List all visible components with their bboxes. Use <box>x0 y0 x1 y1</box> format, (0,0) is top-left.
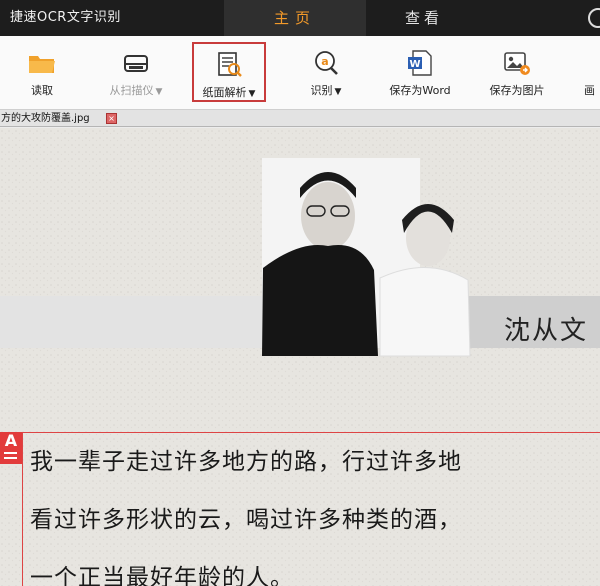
scanner-label: 从扫描仪 ▼ <box>109 84 163 97</box>
truncated-tool-button[interactable]: 画 <box>580 36 600 110</box>
recognize-icon: a <box>315 51 338 75</box>
word-icon: W <box>408 50 432 76</box>
recognize-button[interactable]: a 识别 ▼ <box>288 36 364 110</box>
text-region-marker-icon[interactable]: A <box>0 431 22 464</box>
marker-line-1 <box>4 452 17 454</box>
save-as-image-button[interactable]: 保存为图片 <box>478 36 556 110</box>
save-as-image-label: 保存为图片 <box>489 84 545 97</box>
document-view: 沈从文 A 我一辈子走过许多地方的路，行过许多地 看过许多形状的云，喝过许多种类… <box>0 128 600 586</box>
recognize-label: 识别 ▼ <box>310 84 342 97</box>
text-marker-label: A <box>4 431 18 450</box>
read-label: 读取 <box>31 84 53 97</box>
svg-text:W: W <box>409 59 420 70</box>
save-image-icon <box>504 52 530 75</box>
save-as-word-label: 保存为Word <box>389 84 451 97</box>
photo-caption: 沈从文 <box>504 316 589 346</box>
app-title: 捷速OCR文字识别 <box>10 10 121 25</box>
close-file-icon[interactable]: × <box>106 113 117 124</box>
tab-view[interactable]: 查看 <box>366 0 482 36</box>
window-control-icon[interactable] <box>588 8 600 28</box>
save-as-word-button[interactable]: W 保存为Word <box>378 36 462 110</box>
truncated-tool-label: 画 <box>584 84 595 97</box>
document-text-line: 看过许多形状的云，喝过许多种类的酒， <box>30 507 462 533</box>
folder-icon <box>29 56 55 73</box>
ribbon-toolbar: 读取 从扫描仪 ▼ 纸面解析 ▼ a 识别 ▼ W 保存为Word 保存为图片 … <box>0 36 600 110</box>
title-bar: 捷速OCR文字识别 主页 查看 <box>0 0 600 36</box>
paper-analysis-button[interactable]: 纸面解析 ▼ <box>192 42 266 102</box>
marker-line-2 <box>4 457 17 459</box>
tab-home[interactable]: 主页 <box>224 0 366 36</box>
scanner-icon <box>124 55 148 72</box>
read-button[interactable]: 读取 <box>6 36 78 110</box>
document-text-line: 一个正当最好年龄的人。 <box>30 565 294 586</box>
scanner-button[interactable]: 从扫描仪 ▼ <box>94 36 178 110</box>
svg-text:a: a <box>321 55 328 68</box>
paper-analysis-icon <box>218 52 242 77</box>
document-text-line: 我一辈子走过许多地方的路，行过许多地 <box>30 449 462 475</box>
paper-analysis-label: 纸面解析 ▼ <box>202 86 256 99</box>
file-tab[interactable]: 方的大攻防覆盖.jpg <box>0 110 90 127</box>
file-tab-bar: 方的大攻防覆盖.jpg × <box>0 110 600 127</box>
